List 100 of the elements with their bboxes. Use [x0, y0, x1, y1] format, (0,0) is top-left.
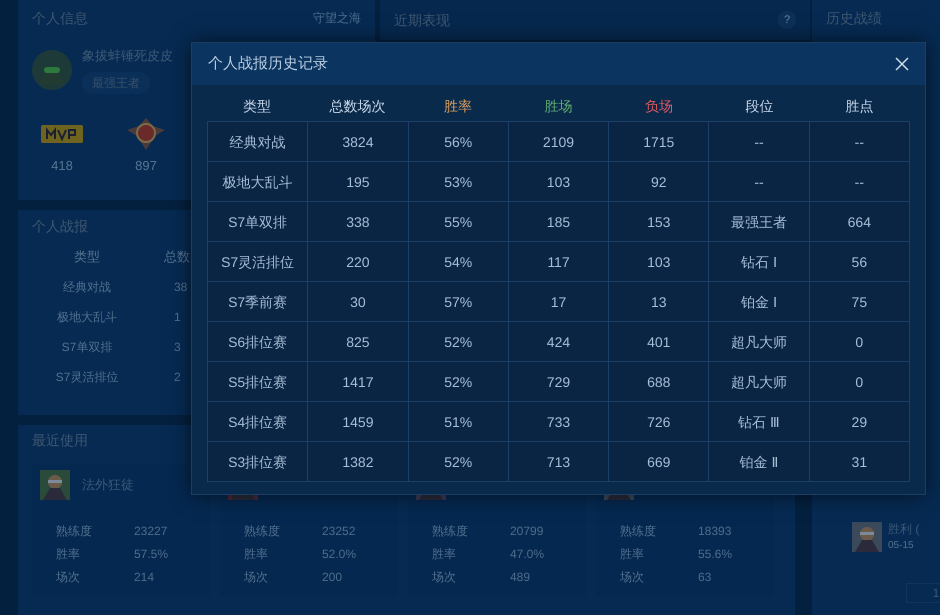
stat-value: 23252: [322, 522, 356, 540]
table-cell: 53%: [408, 162, 509, 202]
table-cell: --: [709, 162, 810, 202]
table-cell: 153: [609, 202, 710, 242]
table-cell: 733: [508, 402, 610, 442]
table-cell: 超凡大师: [709, 362, 810, 402]
table-cell: 最强王者: [709, 202, 810, 242]
panel-title: 个人战报: [32, 217, 89, 236]
stat-value: 20799: [510, 522, 544, 540]
stat-label: 胜率: [432, 546, 457, 562]
help-button[interactable]: ?: [778, 11, 796, 29]
table-cell: 2109: [508, 122, 610, 162]
table-cell-text: 1: [173, 309, 181, 326]
stat-label: 场次: [620, 568, 645, 586]
panel-title: 历史战绩: [826, 9, 883, 28]
table-cell: 0: [810, 362, 910, 402]
table-cell: 54%: [408, 242, 509, 282]
table-cell: 钻石 Ⅲ: [709, 402, 810, 442]
table-cell: S4排位赛: [208, 402, 308, 442]
table-cell: 729: [508, 362, 610, 402]
column-header: 胜点: [844, 96, 875, 116]
table-cell: 52%: [408, 362, 509, 402]
table-cell: --: [810, 122, 910, 162]
table-cell: 0: [810, 322, 910, 362]
stat-value: 55.6%: [698, 546, 732, 562]
table-cell: 713: [508, 442, 610, 482]
stat-label: 胜率: [620, 546, 645, 562]
stat-value: 418: [51, 156, 73, 174]
table-cell: 1459: [308, 402, 409, 442]
table-cell-text: S7灵活排位: [54, 369, 120, 386]
table-cell: S3排位赛: [208, 442, 308, 482]
stat-value: 214: [134, 568, 154, 586]
table-cell: 1417: [308, 362, 409, 402]
dialog-title: 个人战报历史记录: [208, 54, 328, 74]
table-cell: --: [810, 162, 910, 202]
stat-value: 897: [135, 156, 157, 174]
table-cell: 超凡大师: [709, 322, 810, 362]
table-cell: 铂金 Ⅱ: [709, 442, 810, 482]
stat-label: 胜率: [244, 546, 269, 562]
table-cell: 30: [308, 282, 409, 322]
stat-label: 场次: [56, 568, 81, 586]
table-cell-text: 38: [173, 279, 188, 296]
stat-value: 18393: [698, 522, 732, 540]
table-cell: 92: [609, 162, 710, 202]
table-cell: 1715: [609, 122, 710, 162]
table-cell: 103: [508, 162, 610, 202]
table-cell: 338: [308, 202, 409, 242]
table-cell: 185: [508, 202, 610, 242]
table-cell: 220: [308, 242, 409, 282]
table-cell: 57%: [408, 282, 509, 322]
stat-label: 熟练度: [432, 522, 469, 540]
table-cell: 401: [609, 322, 710, 362]
table-cell: 3824: [308, 122, 409, 162]
table-cell: 688: [609, 362, 710, 402]
emblem-icon: [125, 116, 167, 152]
stat-label: 胜率: [56, 546, 81, 562]
stat-label: 熟练度: [620, 522, 657, 540]
table-cell: 75: [810, 282, 910, 322]
stat-label: 场次: [432, 568, 457, 586]
table-cell: S5排位赛: [208, 362, 308, 402]
table-cell: 56%: [408, 122, 509, 162]
table-cell: 195: [308, 162, 409, 202]
table-cell: 52%: [408, 322, 509, 362]
column-header: 胜率: [443, 96, 474, 116]
stat-value: 52.0%: [322, 546, 356, 562]
stat-value: 200: [322, 568, 342, 586]
server-name: 守望之海: [313, 10, 361, 27]
table-cell-text: 经典对战: [62, 279, 112, 296]
table-cell: S7灵活排位: [208, 242, 308, 282]
column-header: 段位: [744, 96, 774, 116]
stat-label: 场次: [244, 568, 269, 586]
table-cell: 103: [609, 242, 710, 282]
table-cell: 56: [810, 242, 910, 282]
table-cell: 669: [609, 442, 710, 482]
table-cell: --: [709, 122, 810, 162]
stat-value: 47.0%: [510, 546, 544, 562]
stat-value: 63: [698, 568, 712, 586]
table-cell: 13: [609, 282, 710, 322]
table-cell: 726: [609, 402, 710, 442]
table-cell: 55%: [408, 202, 509, 242]
table-cell: S7季前赛: [208, 282, 308, 322]
column-header: 胜场: [543, 96, 574, 116]
column-header: 总数场次: [328, 96, 387, 116]
table-cell: 29: [810, 402, 910, 442]
table-cell-text: 3: [173, 339, 181, 356]
match-date: 05-15: [888, 539, 915, 553]
table-cell: 极地大乱斗: [208, 162, 308, 202]
table-cell-text: 2: [173, 369, 181, 386]
close-icon[interactable]: [895, 57, 909, 71]
table-cell: S6排位赛: [208, 322, 308, 362]
table-cell: 经典对战: [208, 122, 308, 162]
stat-value: 57.5%: [134, 546, 168, 562]
mvp-icon: [41, 124, 83, 142]
table-cell: 51%: [408, 402, 509, 442]
table-cell: 31: [810, 442, 910, 482]
stat-label: 熟练度: [56, 522, 93, 540]
column-header: 类型: [73, 248, 101, 266]
table-cell: 664: [810, 202, 910, 242]
table-cell: S7单双排: [208, 202, 308, 242]
stat-value: 489: [510, 568, 530, 586]
